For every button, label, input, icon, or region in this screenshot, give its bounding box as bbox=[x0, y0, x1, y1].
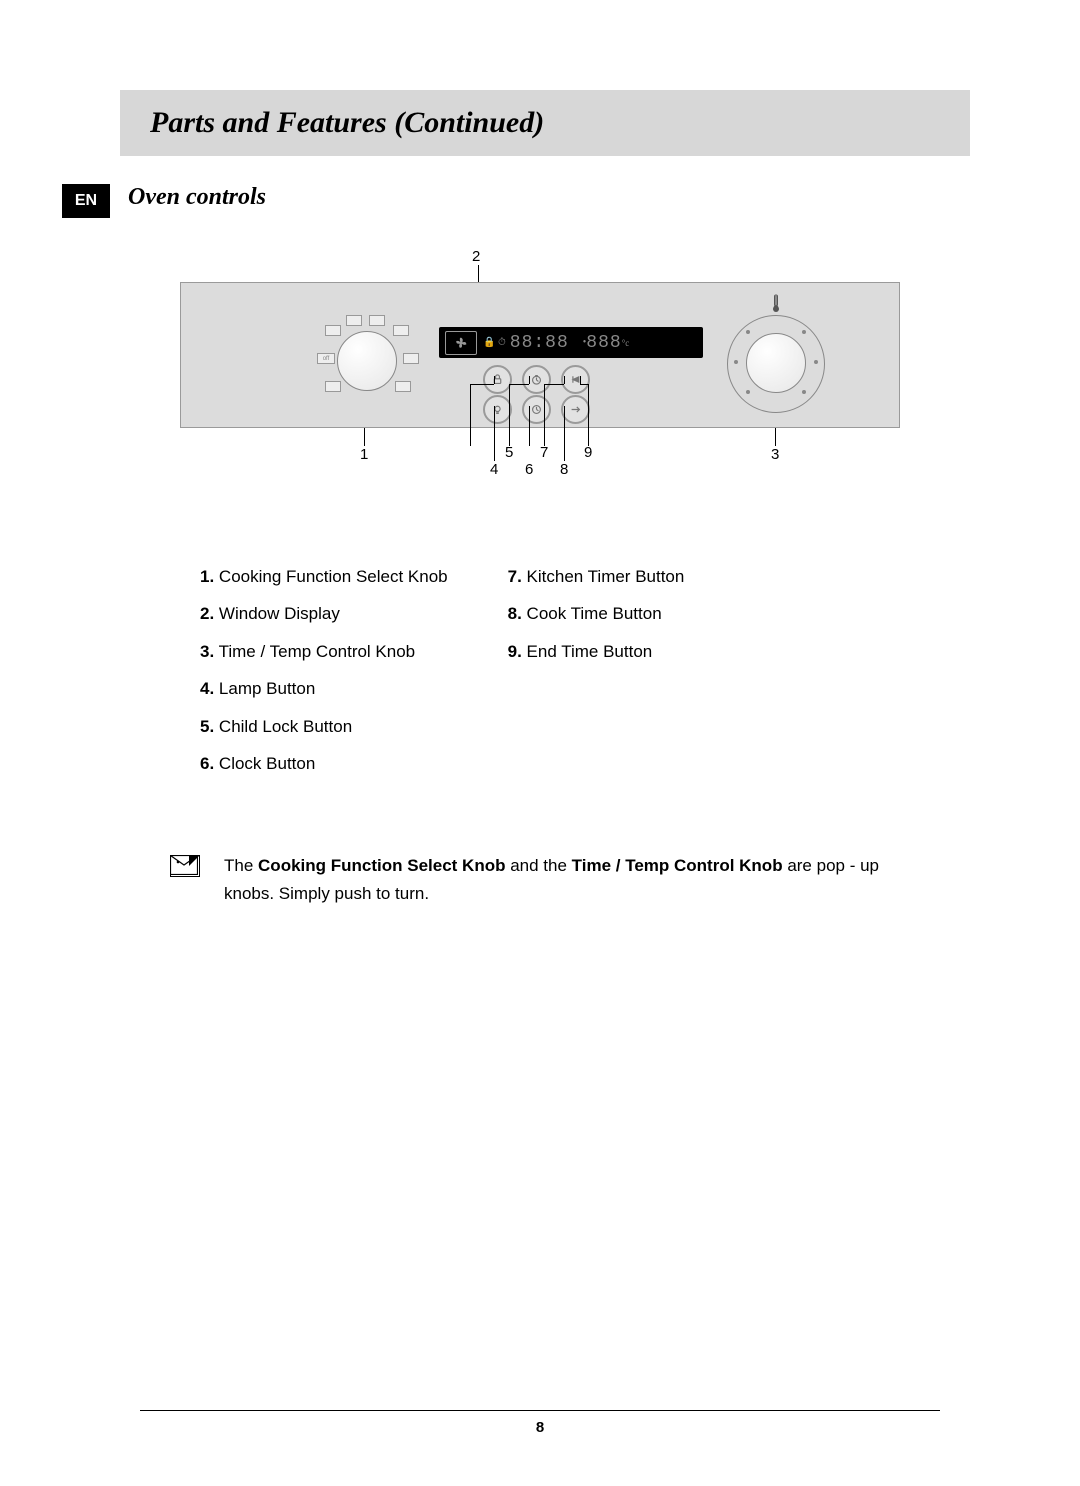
note: The Cooking Function Select Knob and the… bbox=[170, 852, 970, 906]
legend-column-left: 1. Cooking Function Select Knob 2. Windo… bbox=[200, 558, 448, 782]
mode-icon bbox=[346, 315, 362, 326]
display-temp: 888 bbox=[586, 333, 621, 353]
button-row-bottom bbox=[483, 395, 590, 424]
section-header-row: EN Oven controls bbox=[110, 184, 970, 218]
callout-8: 8 bbox=[560, 461, 568, 478]
section-title: Oven controls bbox=[128, 184, 266, 211]
callout-line bbox=[470, 384, 471, 446]
mode-icon-off: off bbox=[317, 353, 335, 364]
callout-line bbox=[494, 406, 495, 461]
cooking-function-select-knob[interactable] bbox=[337, 331, 397, 391]
manual-page: Parts and Features (Continued) EN Oven c… bbox=[0, 0, 1080, 1486]
cook-time-button[interactable] bbox=[561, 395, 590, 424]
title-bar: Parts and Features (Continued) bbox=[120, 90, 970, 156]
legend-item: 4. Lamp Button bbox=[200, 670, 448, 707]
callout-line bbox=[775, 428, 776, 446]
legend-item: 8. Cook Time Button bbox=[508, 595, 685, 632]
callout-line bbox=[509, 384, 510, 446]
note-text: The Cooking Function Select Knob and the… bbox=[224, 852, 894, 906]
callout-9: 9 bbox=[584, 444, 592, 461]
fan-icon bbox=[453, 335, 469, 351]
legend-column-right: 7. Kitchen Timer Button 8. Cook Time But… bbox=[508, 558, 685, 782]
time-temp-control-knob[interactable] bbox=[746, 333, 806, 393]
callout-line bbox=[580, 376, 581, 384]
legend-item: 7. Kitchen Timer Button bbox=[508, 558, 685, 595]
legend: 1. Cooking Function Select Knob 2. Windo… bbox=[200, 558, 970, 782]
callout-line bbox=[364, 428, 365, 446]
mode-icon bbox=[369, 315, 385, 326]
callout-line bbox=[564, 376, 565, 384]
callout-3: 3 bbox=[771, 446, 779, 463]
footer-rule bbox=[140, 1410, 940, 1411]
mode-icon bbox=[403, 353, 419, 364]
dial-tick bbox=[814, 360, 818, 364]
dial-tick bbox=[746, 390, 750, 394]
callout-line bbox=[580, 384, 588, 385]
clock-button[interactable] bbox=[522, 395, 551, 424]
thermometer-icon bbox=[770, 294, 782, 316]
dial-tick bbox=[802, 330, 806, 334]
oven-control-panel: off bbox=[180, 282, 900, 428]
mode-icon bbox=[393, 325, 409, 336]
callout-line bbox=[470, 384, 494, 385]
language-badge: EN bbox=[62, 184, 110, 218]
legend-item: 9. End Time Button bbox=[508, 633, 685, 670]
mode-icon bbox=[325, 325, 341, 336]
legend-item: 2. Window Display bbox=[200, 595, 448, 632]
mode-icon bbox=[325, 381, 341, 392]
callout-5: 5 bbox=[505, 444, 513, 461]
callout-line bbox=[564, 406, 565, 461]
legend-item: 6. Clock Button bbox=[200, 745, 448, 782]
kitchen-timer-button[interactable] bbox=[522, 365, 551, 394]
button-row-top bbox=[483, 365, 590, 394]
callout-line bbox=[529, 406, 530, 446]
callout-line bbox=[529, 376, 530, 384]
callout-line bbox=[588, 384, 589, 446]
note-icon bbox=[170, 855, 200, 877]
callout-line bbox=[544, 384, 564, 385]
legend-item: 3. Time / Temp Control Knob bbox=[200, 633, 448, 670]
lamp-button[interactable] bbox=[483, 395, 512, 424]
legend-item: 1. Cooking Function Select Knob bbox=[200, 558, 448, 595]
dial-tick bbox=[734, 360, 738, 364]
legend-item: 5. Child Lock Button bbox=[200, 708, 448, 745]
window-display: 🔒 ⏱ 88:88 • 888 °c bbox=[439, 327, 703, 358]
callout-line bbox=[544, 384, 545, 446]
callout-2: 2 bbox=[472, 248, 480, 265]
callout-7: 7 bbox=[540, 444, 548, 461]
display-mode-icon bbox=[445, 331, 477, 355]
callout-1: 1 bbox=[360, 446, 368, 463]
dial-tick bbox=[746, 330, 750, 334]
dial-tick bbox=[802, 390, 806, 394]
callout-6: 6 bbox=[525, 461, 533, 478]
page-title: Parts and Features (Continued) bbox=[150, 106, 544, 140]
display-time: 88:88 bbox=[510, 333, 569, 353]
mode-icon bbox=[395, 381, 411, 392]
page-number: 8 bbox=[0, 1419, 1080, 1436]
end-time-button[interactable] bbox=[561, 365, 590, 394]
callout-4: 4 bbox=[490, 461, 498, 478]
callout-line bbox=[494, 376, 495, 384]
control-panel-diagram: 2 off bbox=[180, 248, 970, 478]
callout-line bbox=[509, 384, 529, 385]
child-lock-button[interactable] bbox=[483, 365, 512, 394]
